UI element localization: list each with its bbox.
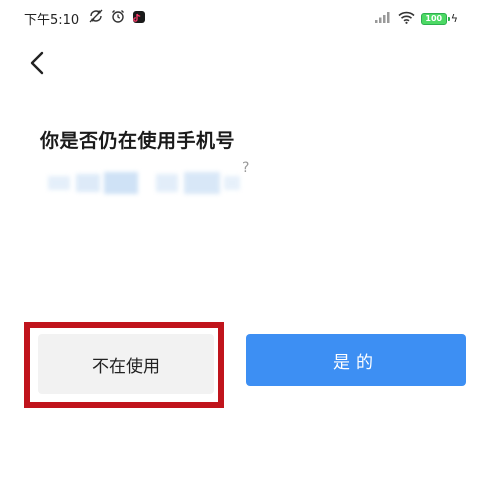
question-title: 你是否仍在使用手机号 — [40, 130, 236, 152]
back-button[interactable] — [22, 48, 52, 78]
wifi-icon — [398, 9, 415, 28]
phone-verification-screen: 下午5:10 100 ϟ 你是否仍在使用手机号 ? 不在使用 是的 — [0, 0, 480, 480]
alarm-icon — [110, 8, 126, 28]
sync-off-icon — [88, 8, 104, 28]
question-mark: ? — [242, 160, 250, 176]
app-notification-icon — [132, 9, 146, 28]
not-in-use-button[interactable]: 不在使用 — [38, 334, 214, 394]
signal-icon — [374, 9, 392, 28]
charging-icon: ϟ — [450, 12, 458, 25]
status-left-icons — [88, 8, 146, 28]
status-time: 下午5:10 — [24, 13, 80, 28]
yes-button[interactable]: 是的 — [246, 334, 466, 386]
status-bar: 下午5:10 100 ϟ — [0, 0, 480, 38]
masked-phone-number — [48, 168, 258, 200]
chevron-left-icon — [30, 51, 44, 75]
status-right-icons: 100 ϟ — [374, 9, 458, 28]
battery-icon: 100 — [420, 12, 450, 25]
